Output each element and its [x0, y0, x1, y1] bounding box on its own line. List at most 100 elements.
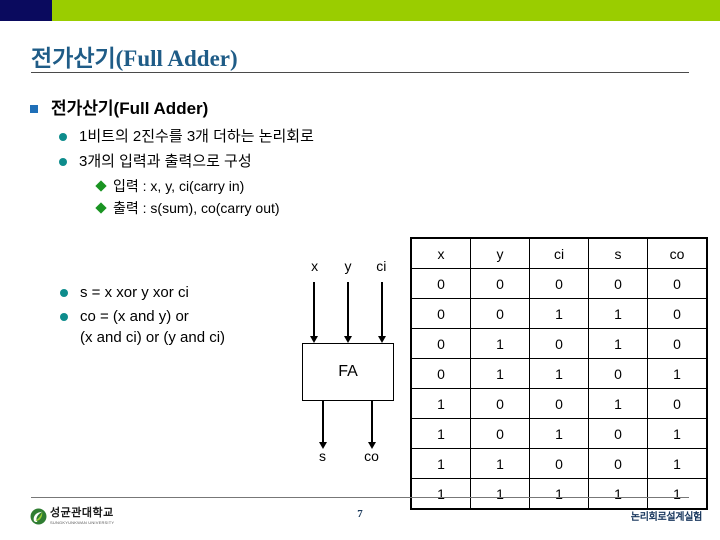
square-bullet-icon [30, 105, 38, 113]
bullet-level3: 출력 : s(sum), co(carry out) [95, 198, 460, 218]
equation-sum: s = x xor y xor ci [60, 282, 310, 303]
truth-table-row: 00000 [410, 268, 708, 299]
fa-block: FA [302, 343, 394, 401]
truth-table-header-cell: ci [529, 237, 589, 269]
circle-bullet-icon [59, 133, 67, 141]
truth-table-cell: 1 [588, 328, 648, 359]
truth-table-header-cell: co [647, 237, 708, 269]
slide-title: 전가산기(Full Adder) [31, 46, 238, 71]
truth-table-cell: 1 [529, 478, 589, 510]
input-label-y: y [344, 258, 352, 274]
truth-table-cell: 1 [470, 448, 530, 479]
circle-bullet-icon [60, 289, 68, 297]
equation-sum-label: s = x xor y xor ci [80, 284, 189, 301]
truth-table-cell: 0 [588, 268, 648, 299]
truth-table-cell: 1 [529, 418, 589, 449]
truth-table-cell: 0 [647, 328, 708, 359]
truth-table-cell: 1 [410, 478, 471, 510]
truth-table-cell: 0 [470, 418, 530, 449]
truth-table-cell: 1 [647, 418, 708, 449]
bullet-level2-label: 1비트의 2진수를 3개 더하는 논리회로 [79, 128, 314, 145]
circle-bullet-icon [59, 158, 67, 166]
bullet-level3: 입력 : x, y, ci(carry in) [95, 176, 460, 196]
truth-table-cell: 1 [529, 358, 589, 389]
truth-table-cell: 0 [529, 448, 589, 479]
banner-navy-block [0, 0, 52, 21]
truth-table-cell: 0 [529, 328, 589, 359]
input-label-x: x [311, 258, 319, 274]
truth-table-cell: 1 [647, 448, 708, 479]
truth-table-cell: 0 [470, 388, 530, 419]
diamond-bullet-icon [95, 202, 107, 214]
diamond-bullet-icon [95, 180, 107, 192]
truth-table-cell: 1 [647, 358, 708, 389]
truth-table-row: 10010 [410, 388, 708, 419]
truth-table-row: 10101 [410, 418, 708, 449]
output-arrow-co-icon [368, 401, 375, 449]
truth-table-cell: 0 [529, 388, 589, 419]
input-arrow-ci-icon [378, 282, 385, 343]
truth-table-cell: 1 [470, 328, 530, 359]
truth-table-cell: 0 [647, 388, 708, 419]
truth-table-cell: 0 [588, 358, 648, 389]
input-label-ci: ci [376, 258, 387, 274]
output-label-co: co [364, 448, 379, 464]
truth-table-cell: 1 [470, 358, 530, 389]
truth-table-cell: 1 [588, 388, 648, 419]
truth-table-header-cell: y [470, 237, 530, 269]
truth-table-cell: 0 [410, 328, 471, 359]
truth-table-cell: 0 [529, 268, 589, 299]
truth-table-cell: 1 [470, 478, 530, 510]
input-arrow-y-icon [344, 282, 351, 343]
equation-list: s = x xor y xor ci co = (x and y) or (x … [60, 282, 310, 351]
page-number: 7 [357, 508, 363, 520]
truth-table-cell: 0 [647, 298, 708, 329]
bullet-level1: 전가산기(Full Adder) [30, 98, 460, 119]
truth-table: x y ci s co 0 0 0 0 0 0 0 1 1 0 0 1 0 1 0 0 1 1 0 1 1 0 0 1 0 1 0 1 0 1 1 1 0… [410, 237, 708, 510]
outline-list: 전가산기(Full Adder) 1비트의 2진수를 3개 더하는 논리회로 3… [30, 98, 460, 220]
circle-bullet-icon [60, 313, 68, 321]
input-arrow-x-icon [310, 282, 317, 343]
truth-table-row: 00110 [410, 298, 708, 329]
logo-english-name: SUNGKYUNKWAN UNIVERSITY [50, 520, 115, 525]
title-divider [31, 72, 689, 73]
truth-table-row: 11001 [410, 448, 708, 479]
bullet-level1-label: 전가산기(Full Adder) [51, 99, 209, 118]
truth-table-cell: 1 [410, 418, 471, 449]
truth-table-cell: 0 [410, 358, 471, 389]
footer-divider [31, 497, 689, 498]
truth-table-cell: 1 [410, 448, 471, 479]
equation-carry-line1: co = (x and y) or [80, 308, 189, 325]
bullet-level3-label: 입력 : x, y, ci(carry in) [113, 178, 245, 194]
truth-table-cell: 1 [410, 388, 471, 419]
truth-table-cell: 1 [647, 478, 708, 510]
output-label-s: s [319, 448, 326, 464]
top-banner [0, 0, 720, 21]
equation-carry-line2: (x and ci) or (y and ci) [80, 329, 226, 346]
truth-table-cell: 0 [470, 268, 530, 299]
truth-table-cell: 0 [410, 268, 471, 299]
truth-table-cell: 1 [529, 298, 589, 329]
output-arrow-s-icon [319, 401, 326, 449]
diagram-output-labels: s co [298, 448, 398, 464]
truth-table-cell: 0 [410, 298, 471, 329]
truth-table-header-cell: x [410, 237, 471, 269]
bullet-level2: 1비트의 2진수를 3개 더하는 논리회로 [59, 126, 460, 147]
equation-carry-label: co = (x and y) or (x and ci) or (y and c… [80, 306, 225, 348]
bullet-level3-label: 출력 : s(sum), co(carry out) [113, 200, 280, 216]
truth-table-cell: 0 [588, 418, 648, 449]
truth-table-row: 01101 [410, 358, 708, 389]
footer-course-label: 논리회로설계실험 [630, 512, 703, 523]
truth-table-header-row: x y ci s co [410, 237, 708, 269]
equation-carry: co = (x and y) or (x and ci) or (y and c… [60, 306, 310, 348]
truth-table-cell: 0 [470, 298, 530, 329]
truth-table-cell: 0 [588, 448, 648, 479]
truth-table-cell: 1 [588, 298, 648, 329]
bullet-level2: 3개의 입력과 출력으로 구성 [59, 151, 460, 172]
truth-table-row: 01010 [410, 328, 708, 359]
truth-table-cell: 0 [647, 268, 708, 299]
fa-block-label: FA [338, 363, 358, 380]
banner-green-block [52, 0, 720, 21]
truth-table-row: 11111 [410, 478, 708, 510]
full-adder-diagram: x y ci FA s co [298, 258, 398, 473]
